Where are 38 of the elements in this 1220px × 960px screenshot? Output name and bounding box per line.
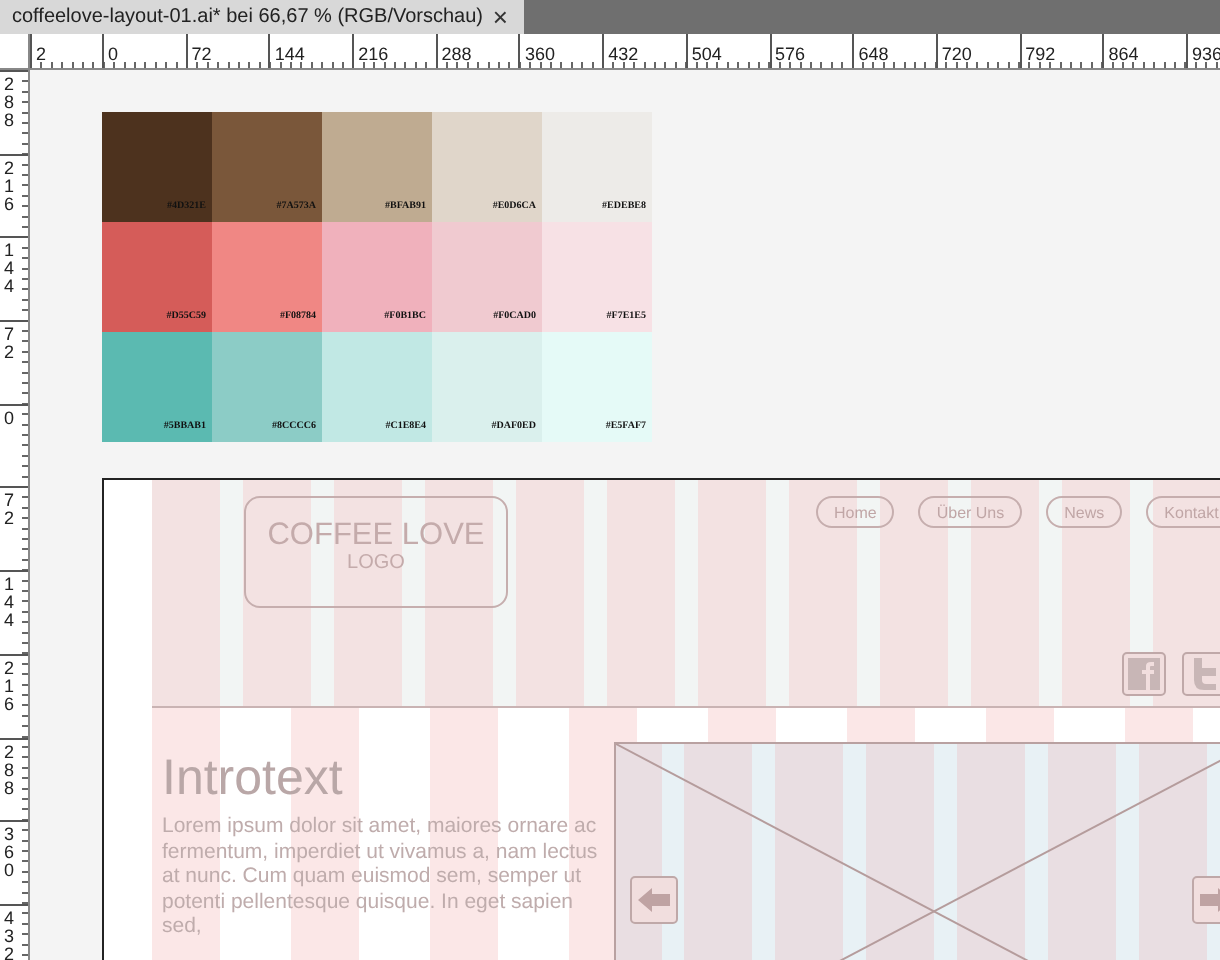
nav-button[interactable]: Kontakt [1146,496,1220,528]
ruler-label: 288 [4,76,17,130]
nav-button[interactable]: News [1046,496,1123,528]
ruler-label: 216 [4,659,17,714]
ruler-label: 144 [4,242,17,297]
ruler-label: 0 [4,409,17,428]
document-tab[interactable]: coffeelove-layout-01.ai* bei 66,67 % (RGB/Vorschau) × [0,0,524,34]
twitter-icon[interactable] [1182,652,1220,696]
arrow-left-icon[interactable] [630,876,678,924]
ruler-label: 0 [106,44,119,66]
ruler-label: 792 [1023,44,1056,66]
ruler-label: 720 [939,44,972,66]
ruler-label: 2 [34,44,47,66]
ruler-label: 864 [1106,44,1139,66]
ruler-label: 72 [4,326,17,363]
logo-title: COFFEE LOVE [267,520,485,552]
intro-heading: Introtext [162,750,345,806]
logo-subtitle: LOGO [347,552,405,576]
ruler-label: 360 [522,44,555,66]
ruler-label: 216 [356,44,389,66]
nav-button[interactable]: Home [816,496,895,528]
ruler-label: 288 [4,743,17,797]
ruler-label: 648 [856,44,889,66]
ruler-label: 432 [4,909,17,960]
close-icon[interactable]: × [492,4,508,30]
facebook-icon[interactable] [1122,652,1166,696]
ruler-label: 576 [773,44,806,66]
ruler-label: 72 [4,492,17,529]
ruler-label: 216 [4,159,17,214]
ruler-label: 72 [189,44,212,66]
ruler-label: 360 [4,826,17,881]
ruler-label: 144 [272,44,305,66]
nav-button[interactable]: Über Uns [918,496,1023,528]
ruler-label: 432 [606,44,639,66]
ruler-label: 144 [4,576,17,631]
ruler-label: 288 [439,44,472,66]
ruler-label: 504 [689,44,722,66]
intro-paragraph: Lorem ipsum dolor sit amet, maiores ornare ac fermentum, imperdiet ut vivamus a, nam lectus at nunc. Cum quam euismod sem, semper ut potenti pellentesque quisque. In eget sapien sed, [162,814,600,939]
